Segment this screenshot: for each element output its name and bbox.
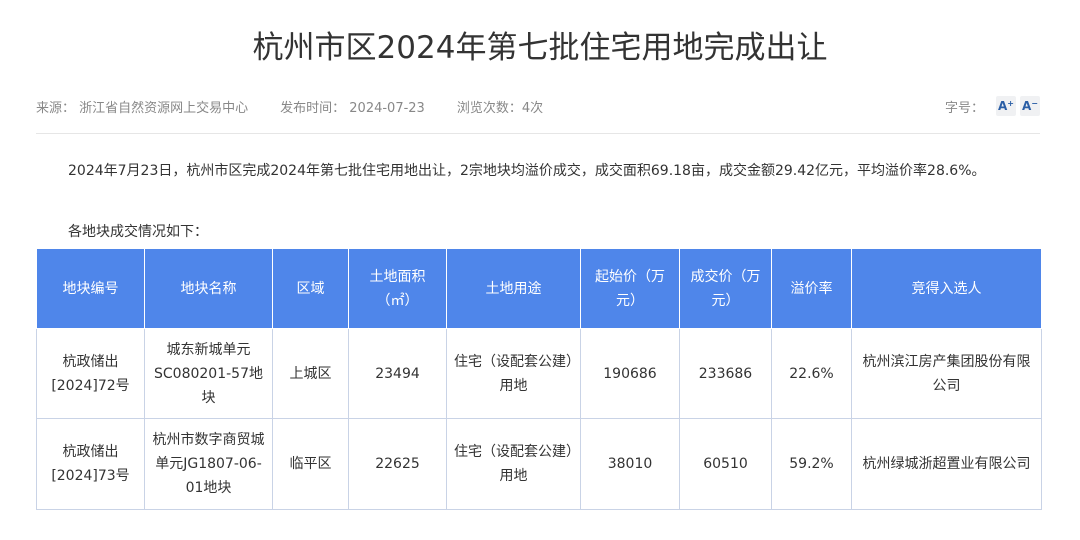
header-cell: 竞得入选人 bbox=[851, 248, 1042, 329]
table-cell: 杭政储出[2024]72号 bbox=[36, 328, 145, 419]
table-cell: 杭州滨江房产集团股份有限公司 bbox=[851, 328, 1042, 419]
table-cell: 杭州市数字商贸城单元JG1807-06-01地块 bbox=[144, 418, 273, 510]
article-paragraph: 各地块成交情况如下： bbox=[68, 224, 208, 240]
divider bbox=[36, 133, 1040, 134]
table-cell: 上城区 bbox=[272, 328, 349, 419]
header-cell: 成交价（万元） bbox=[679, 248, 772, 329]
header-cell: 地块编号 bbox=[36, 248, 145, 329]
plus-icon: + bbox=[1007, 98, 1014, 108]
view-count: 浏览次数：4次 bbox=[456, 100, 544, 116]
header-cell: 土地面积（㎡） bbox=[348, 248, 447, 329]
table-cell: 59.2% bbox=[771, 418, 852, 510]
font-size-label: 字号： bbox=[944, 100, 984, 116]
table-cell: 杭州绿城浙超置业有限公司 bbox=[851, 418, 1042, 510]
source-label: 来源： 浙江省自然资源网上交易中心 bbox=[36, 100, 249, 116]
minus-icon: − bbox=[1031, 98, 1038, 108]
table-cell: 住宅（设配套公建）用地 bbox=[446, 418, 581, 510]
header-cell: 地块名称 bbox=[144, 248, 273, 329]
table-cell: 60510 bbox=[679, 418, 772, 510]
table-cell: 22625 bbox=[348, 418, 447, 510]
font-size-controls: 字号： A + A − bbox=[945, 96, 1040, 116]
table-cell: 190686 bbox=[580, 328, 680, 419]
table-cell: 233686 bbox=[679, 328, 772, 419]
article-meta: 来源： 浙江省自然资源网上交易中心 发布时间： 2024-07-23 浏览次数：… bbox=[36, 96, 1040, 116]
font-increase-button[interactable]: A + bbox=[996, 96, 1016, 116]
table-cell: 23494 bbox=[348, 328, 447, 419]
header-cell: 土地用途 bbox=[446, 248, 581, 329]
table-row: 杭政储出[2024]73号 杭州市数字商贸城单元JG1807-06-01地块 临… bbox=[36, 418, 1042, 510]
table-cell: 城东新城单元SC080201-57地块 bbox=[144, 328, 273, 419]
table-cell: 杭政储出[2024]73号 bbox=[36, 418, 145, 510]
table-cell: 临平区 bbox=[272, 418, 349, 510]
header-cell: 起始价（万元） bbox=[580, 248, 680, 329]
header-cell: 溢价率 bbox=[771, 248, 852, 329]
land-transaction-table: 地块编号 地块名称 区域 土地面积（㎡） 土地用途 起始价（万元） 成交价（万元… bbox=[36, 248, 1042, 510]
article-paragraph: 2024年7月23日，杭州市区完成2024年第七批住宅用地出让，2宗地块均溢价成… bbox=[68, 163, 986, 179]
font-decrease-button[interactable]: A − bbox=[1020, 96, 1040, 116]
table-cell: 22.6% bbox=[771, 328, 852, 419]
publish-date: 发布时间： 2024-07-23 bbox=[280, 100, 425, 116]
table-header-row: 地块编号 地块名称 区域 土地面积（㎡） 土地用途 起始价（万元） 成交价（万元… bbox=[36, 248, 1042, 329]
header-cell: 区域 bbox=[272, 248, 349, 329]
article-title: 杭州市区2024年第七批住宅用地完成出让 bbox=[252, 30, 828, 66]
table-row: 杭政储出[2024]72号 城东新城单元SC080201-57地块 上城区 23… bbox=[36, 328, 1042, 419]
table-cell: 住宅（设配套公建）用地 bbox=[446, 328, 581, 419]
table-cell: 38010 bbox=[580, 418, 680, 510]
